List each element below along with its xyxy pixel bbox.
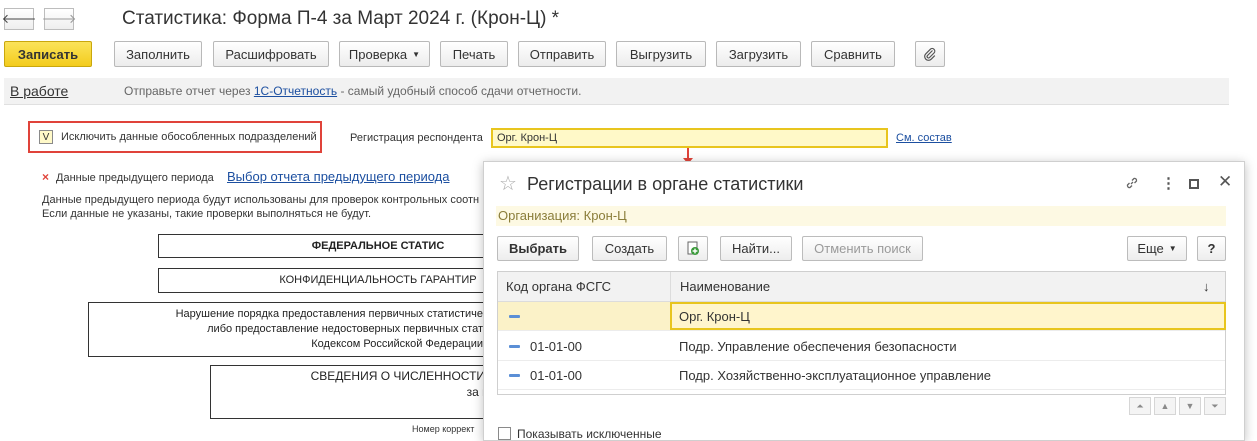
star-icon[interactable]: ☆ [499, 171, 517, 196]
prev-period-note-1: Данные предыдущего периода будут использ… [42, 194, 480, 206]
prev-period-label: Данные предыдущего периода [56, 172, 214, 184]
row-code: 01-01-00 [530, 368, 583, 383]
report-title-line-1: СВЕДЕНИЯ О ЧИСЛЕННОСТИ И [310, 369, 497, 383]
row-marker-icon [509, 315, 520, 318]
respondent-field[interactable]: Орг. Крон-Ц [491, 128, 888, 148]
selected-cell[interactable] [670, 302, 1226, 330]
registrations-popup: ☆ Регистрации в органе статистики ⋮ ✕ Ор… [483, 161, 1245, 441]
cancel-search-button[interactable]: Отменить поиск [802, 236, 923, 261]
prev-period-link[interactable]: Выбор отчета предыдущего периода [227, 169, 449, 184]
row-name: Подр. Управление обеспечения безопасност… [679, 339, 957, 354]
forward-button[interactable]: 🡒 [41, 8, 77, 30]
add-document-icon [687, 241, 699, 255]
attach-button[interactable] [915, 41, 945, 67]
respondent-label: Регистрация респондента [350, 132, 483, 144]
paperclip-icon [924, 47, 936, 61]
confidentiality-box: КОНФИДЕНЦИАЛЬНОСТЬ ГАРАНТИР [158, 268, 538, 293]
column-header-code[interactable]: Код органа ФСГС [506, 272, 611, 301]
exclude-checkbox[interactable]: V [39, 130, 53, 144]
close-icon[interactable]: ✕ [1218, 172, 1232, 192]
export-button[interactable]: Выгрузить [616, 41, 706, 67]
help-button[interactable]: ? [1197, 236, 1226, 261]
prev-period-note-2: Если данные не указаны, такие проверки в… [42, 208, 372, 220]
find-button[interactable]: Найти... [720, 236, 792, 261]
report-title-box: СВЕДЕНИЯ О ЧИСЛЕННОСТИ И за ма (м [210, 365, 510, 419]
popup-title: Регистрации в органе статистики [527, 174, 804, 194]
import-button[interactable]: Загрузить [716, 41, 801, 67]
violation-notice-box: Нарушение порядка предоставления первичн… [88, 302, 508, 357]
scroll-down-icon[interactable]: ▼ [1179, 397, 1201, 415]
back-button[interactable]: 🡐 [1, 8, 37, 30]
see-composition-link[interactable]: См. состав [896, 132, 952, 144]
row-marker-icon [509, 345, 520, 348]
show-excluded-checkbox[interactable] [498, 427, 511, 440]
back-arrow-icon: 🡐 [1, 11, 37, 26]
info-text-before: Отправьте отчет через [124, 84, 251, 98]
link-icon[interactable] [1124, 175, 1140, 191]
info-bar: В работе Отправьте отчет через 1С-Отчетн… [4, 78, 1229, 105]
maximize-icon[interactable] [1189, 179, 1199, 189]
exclude-checkbox-label: Исключить данные обособленных подразделе… [61, 131, 317, 143]
show-excluded-label: Показывать исключенные [517, 427, 662, 441]
window-title: Статистика: Форма П-4 за Март 2024 г. (К… [122, 8, 560, 29]
chevron-down-icon: ▼ [412, 49, 421, 59]
row-name: Орг. Крон-Ц [679, 309, 750, 324]
column-divider [670, 272, 671, 302]
save-button[interactable]: Записать [4, 41, 92, 67]
federal-statistics-box: ФЕДЕРАЛЬНОЕ СТАТИС [158, 234, 538, 258]
more-label: Еще [1137, 241, 1164, 256]
print-button[interactable]: Печать [440, 41, 508, 67]
organization-label: Организация: Крон-Ц [496, 206, 1226, 226]
scroll-first-icon[interactable]: ⏶ [1129, 397, 1151, 415]
info-message: Отправьте отчет через 1С-Отчетность - са… [124, 84, 581, 98]
prev-period-mark: × [42, 170, 50, 184]
check-label: Проверка [348, 46, 408, 62]
info-text-after: - самый удобный способ сдачи отчетности. [340, 84, 582, 98]
registrations-table: Код органа ФСГС Наименование ↓ Орг. Крон… [497, 271, 1226, 395]
row-code: 01-01-00 [530, 339, 583, 354]
table-row[interactable]: 01-01-00 Подр. Управление обеспечения бе… [498, 332, 1225, 361]
table-row[interactable]: 01-01-00 Подр. Хозяйственно-эксплуатацио… [498, 361, 1225, 390]
status-link[interactable]: В работе [10, 83, 68, 99]
scroll-last-icon[interactable]: ⏷ [1204, 397, 1226, 415]
copy-create-button[interactable] [678, 236, 708, 261]
more-dropdown-button[interactable]: Еще ▼ [1127, 236, 1187, 261]
report-title-line-2: за ма [466, 385, 497, 399]
sort-arrow-icon[interactable]: ↓ [1203, 272, 1210, 301]
more-vertical-icon[interactable]: ⋮ [1161, 174, 1176, 192]
column-header-name[interactable]: Наименование [680, 272, 770, 301]
select-button[interactable]: Выбрать [497, 236, 579, 261]
table-header: Код органа ФСГС Наименование ↓ [498, 272, 1225, 302]
fill-button[interactable]: Заполнить [114, 41, 202, 67]
reporting-link[interactable]: 1С-Отчетность [254, 84, 337, 98]
check-dropdown-button[interactable]: Проверка ▼ [339, 41, 430, 67]
violation-line-2: либо предоставление недостоверных первич… [207, 323, 483, 335]
compare-button[interactable]: Сравнить [811, 41, 895, 67]
row-name: Подр. Хозяйственно-эксплуатационное упра… [679, 368, 991, 383]
scroll-up-icon[interactable]: ▲ [1154, 397, 1176, 415]
row-marker-icon [509, 374, 520, 377]
send-button[interactable]: Отправить [518, 41, 606, 67]
forward-arrow-icon: 🡒 [41, 11, 77, 26]
decode-button[interactable]: Расшифровать [213, 41, 329, 67]
chevron-down-icon: ▼ [1168, 244, 1177, 253]
report-title-line-3: (м [211, 400, 497, 416]
table-row[interactable]: Орг. Крон-Ц [498, 302, 1226, 331]
violation-line-1: Нарушение порядка предоставления первичн… [175, 308, 483, 320]
violation-line-3: Кодексом Российской Федерации [311, 338, 483, 350]
create-button[interactable]: Создать [592, 236, 667, 261]
